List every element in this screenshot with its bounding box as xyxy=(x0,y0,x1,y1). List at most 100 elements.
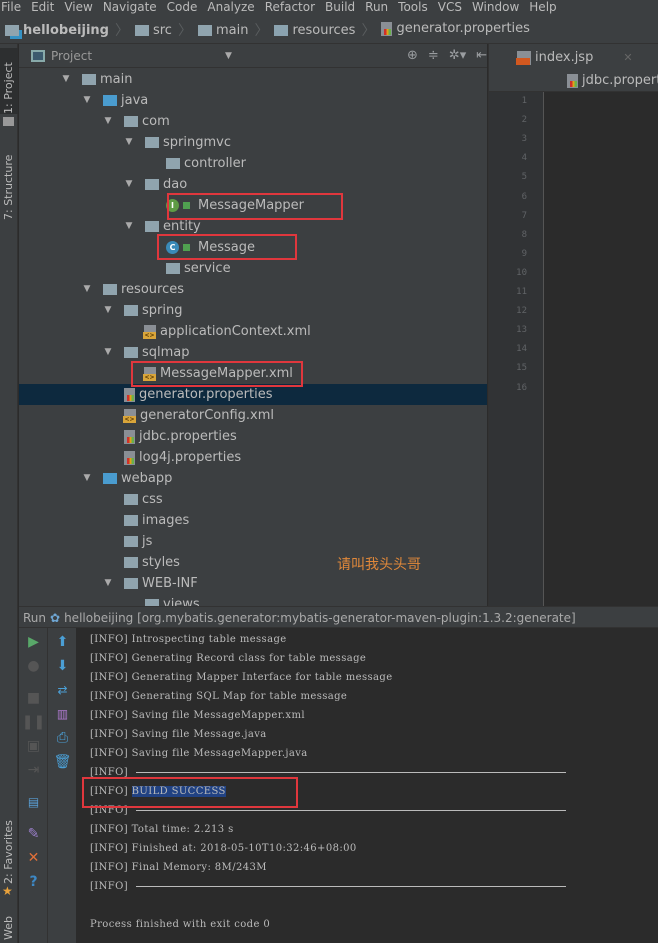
tree-item-webapp[interactable]: ▼ webapp xyxy=(19,468,487,489)
tree-item-images[interactable]: images xyxy=(19,510,487,531)
scroll-down-icon[interactable]: ⬇ xyxy=(48,656,77,676)
tree-item-resources[interactable]: ▼ resources xyxy=(19,279,487,300)
pin-icon[interactable]: ✎ xyxy=(19,824,48,844)
tree-item-jdbc-properties[interactable]: jdbc.properties xyxy=(19,426,487,447)
expand-arrow-icon[interactable]: ▼ xyxy=(82,468,92,489)
menu-view[interactable]: View xyxy=(64,0,92,14)
breadcrumb-item[interactable]: hellobeijing 〉 xyxy=(5,16,129,46)
scroll-up-icon[interactable]: ⬆ xyxy=(48,632,77,652)
tab-index-jsp[interactable]: index.jsp ✕ xyxy=(516,50,633,65)
tree-item-com[interactable]: ▼ com xyxy=(19,111,487,132)
expand-arrow-icon[interactable]: ▼ xyxy=(82,279,92,300)
menu-help[interactable]: Help xyxy=(529,0,556,14)
expand-arrow-icon[interactable]: ▼ xyxy=(103,300,113,321)
menu-vcs[interactable]: VCS xyxy=(438,0,462,14)
menu-file[interactable]: File xyxy=(1,0,21,14)
print-icon[interactable]: ⎙ xyxy=(48,728,77,748)
breadcrumb-label: hellobeijing xyxy=(23,22,109,38)
tree-item-label: com xyxy=(142,114,170,129)
tree-item-label: springmvc xyxy=(163,135,231,150)
tree-item-service[interactable]: service xyxy=(19,258,487,279)
rerun-icon[interactable]: ▶ xyxy=(19,632,48,652)
menu-window[interactable]: Window xyxy=(472,0,519,14)
folder-icon xyxy=(124,494,138,505)
tree-item-label: resources xyxy=(121,282,185,297)
tab-jdbc-properties[interactable]: jdbc.properti xyxy=(567,73,658,88)
debug-icon[interactable]: ● xyxy=(19,656,48,676)
tree-item-message[interactable]: C Message xyxy=(19,237,487,258)
menu-tools[interactable]: Tools xyxy=(398,0,428,14)
log-text: Generating Record class for table messag… xyxy=(131,653,367,664)
soft-wrap-icon[interactable]: ⇄ xyxy=(48,680,77,700)
stop-icon[interactable]: ■ xyxy=(19,688,48,708)
log-text: Final Memory: 8M/243M xyxy=(131,862,267,873)
menu-refactor[interactable]: Refactor xyxy=(265,0,315,14)
close-tab-icon[interactable]: ✕ xyxy=(623,51,632,64)
scroll-to-end-icon[interactable]: ▥ xyxy=(48,704,77,724)
tree-item-js[interactable]: js xyxy=(19,531,487,552)
tab-web[interactable]: Web xyxy=(0,910,18,940)
dump-icon[interactable]: ▣ xyxy=(19,736,48,756)
settings-icon[interactable]: ✲▾ xyxy=(449,44,466,68)
exit-icon[interactable]: ⇥ xyxy=(19,760,48,780)
collapse-all-icon[interactable]: ≑ xyxy=(428,44,439,68)
tab-project[interactable]: 1: Project xyxy=(0,48,18,114)
tree-item-dao[interactable]: ▼ dao xyxy=(19,174,487,195)
tree-item-web-inf[interactable]: ▼ WEB-INF xyxy=(19,573,487,594)
menu-edit[interactable]: Edit xyxy=(31,0,54,14)
breadcrumb-item[interactable]: generator.properties xyxy=(381,14,530,44)
tree-item-generatorconfig-xml[interactable]: generatorConfig.xml xyxy=(19,405,487,426)
breadcrumb-item[interactable]: resources 〉 xyxy=(274,16,375,46)
layout-icon[interactable]: ▤ xyxy=(19,792,48,812)
tree-item-messagemapper[interactable]: I MessageMapper xyxy=(19,195,487,216)
help-icon[interactable]: ? xyxy=(19,872,48,892)
expand-arrow-icon[interactable]: ▼ xyxy=(103,342,113,363)
tab-favorites[interactable]: 2: Favorites xyxy=(0,814,18,884)
locate-icon[interactable]: ⊕ xyxy=(407,44,418,68)
tree-item-label: images xyxy=(142,513,190,528)
tree-item-label: webapp xyxy=(121,471,173,486)
expand-arrow-icon[interactable]: ▼ xyxy=(124,216,134,237)
clear-all-icon[interactable]: 🗑 xyxy=(48,752,77,772)
tree-item-log4j-properties[interactable]: log4j.properties xyxy=(19,447,487,468)
console-output[interactable]: [INFO] Introspecting table message [INFO]… xyxy=(78,628,658,943)
breadcrumb-item[interactable]: main 〉 xyxy=(197,16,268,46)
breadcrumb-label: generator.properties xyxy=(396,21,530,36)
tree-item-label: controller xyxy=(184,156,247,171)
tree-item-generator-properties[interactable]: generator.properties xyxy=(19,384,487,405)
menu-navigate[interactable]: Navigate xyxy=(103,0,157,14)
tree-item-spring[interactable]: ▼ spring xyxy=(19,300,487,321)
menu-run[interactable]: Run xyxy=(365,0,388,14)
tree-item-content: com xyxy=(124,111,170,132)
star-icon: ★ xyxy=(2,884,13,898)
tree-item-controller[interactable]: controller xyxy=(19,153,487,174)
folder-icon xyxy=(145,137,159,148)
tree-item-entity[interactable]: ▼ entity xyxy=(19,216,487,237)
expand-arrow-icon[interactable]: ▼ xyxy=(61,69,71,90)
menu-build[interactable]: Build xyxy=(325,0,355,14)
menu-code[interactable]: Code xyxy=(167,0,198,14)
tree-item-css[interactable]: css xyxy=(19,489,487,510)
tree-item-messagemapper-xml[interactable]: MessageMapper.xml xyxy=(19,363,487,384)
ide-window: File Edit View Navigate Code Analyze Refactor B… xyxy=(0,0,658,943)
tree-item-java[interactable]: ▼ java xyxy=(19,90,487,111)
close-icon[interactable]: ✕ xyxy=(19,848,48,868)
expand-arrow-icon[interactable]: ▼ xyxy=(124,174,134,195)
expand-arrow-icon[interactable]: ▼ xyxy=(124,132,134,153)
tree-item-springmvc[interactable]: ▼ springmvc xyxy=(19,132,487,153)
menu-analyze[interactable]: Analyze xyxy=(207,0,254,14)
tree-item-main[interactable]: ▼ main xyxy=(19,69,487,90)
console-line: [INFO] Generating Mapper Interface for t… xyxy=(90,672,393,683)
expand-arrow-icon[interactable]: ▼ xyxy=(103,573,113,594)
expand-arrow-icon[interactable]: ▼ xyxy=(82,90,92,111)
tree-item-applicationcontext-xml[interactable]: applicationContext.xml xyxy=(19,321,487,342)
properties-file-icon xyxy=(567,73,578,88)
tree-item-sqlmap[interactable]: ▼ sqlmap xyxy=(19,342,487,363)
tab-structure[interactable]: 7: Structure xyxy=(0,140,18,220)
folder-icon xyxy=(103,473,117,484)
breadcrumb-item[interactable]: src 〉 xyxy=(134,16,192,46)
pause-icon[interactable]: ❚❚ xyxy=(19,712,48,732)
expand-arrow-icon[interactable]: ▼ xyxy=(103,111,113,132)
view-dropdown-icon[interactable]: ▼ xyxy=(225,44,232,68)
hide-panel-icon[interactable]: ⇤ xyxy=(476,44,487,68)
